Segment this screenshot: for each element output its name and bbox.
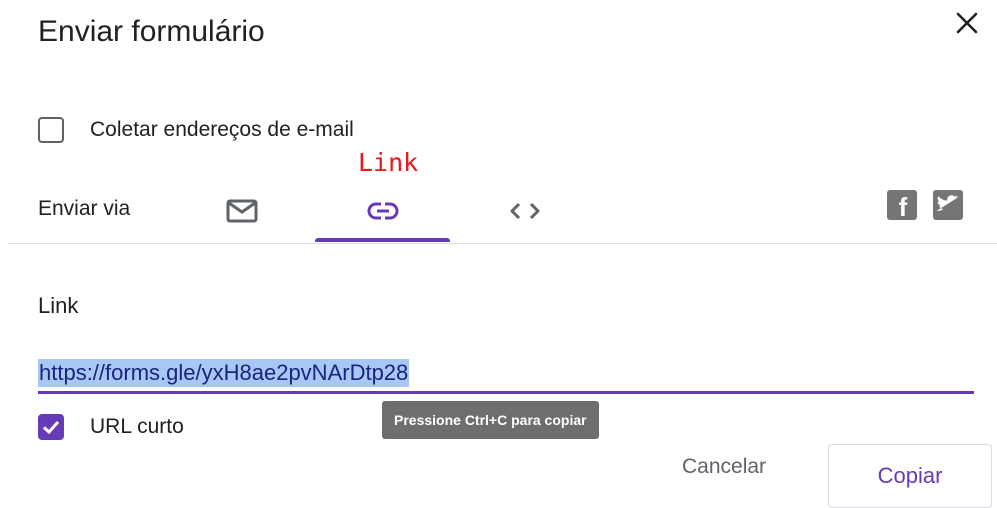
link-field[interactable]: https://forms.gle/yxH8ae2pvNArDtp28 [38, 355, 974, 397]
tab-email[interactable] [207, 180, 277, 242]
tab-embed[interactable] [490, 180, 560, 242]
facebook-share-button[interactable]: f [887, 190, 917, 222]
svg-text:f: f [899, 192, 908, 220]
send-via-label: Enviar via [38, 197, 131, 220]
checkmark-icon [42, 420, 60, 435]
tab-link[interactable] [315, 180, 450, 242]
link-field-underline [38, 391, 974, 394]
short-url-label: URL curto [90, 415, 184, 438]
mail-icon [226, 199, 258, 223]
copy-button[interactable]: Copiar [828, 444, 992, 508]
twitter-icon [936, 195, 959, 211]
collect-email-checkbox[interactable] [38, 117, 64, 143]
link-url-input[interactable]: https://forms.gle/yxH8ae2pvNArDtp28 [38, 359, 410, 387]
tab-indicator [315, 238, 450, 242]
close-icon[interactable] [952, 8, 982, 38]
collect-email-label: Coletar endereços de e-mail [90, 118, 354, 141]
code-icon [510, 202, 540, 220]
link-heading: Link [38, 293, 79, 318]
copy-tooltip: Pressione Ctrl+C para copiar [382, 401, 599, 439]
close-button[interactable] [952, 8, 982, 38]
short-url-checkbox[interactable] [38, 414, 64, 440]
twitter-share-button[interactable] [933, 190, 963, 220]
short-url-row[interactable]: URL curto [38, 412, 184, 442]
annotation-label: Link [358, 148, 419, 177]
link-icon [367, 202, 398, 220]
collect-email-row[interactable]: Coletar endereços de e-mail [38, 113, 354, 147]
facebook-icon: f [899, 192, 908, 222]
tabs-divider [8, 243, 997, 244]
cancel-button[interactable]: Cancelar [682, 455, 766, 479]
dialog-title: Enviar formulário [38, 15, 265, 48]
